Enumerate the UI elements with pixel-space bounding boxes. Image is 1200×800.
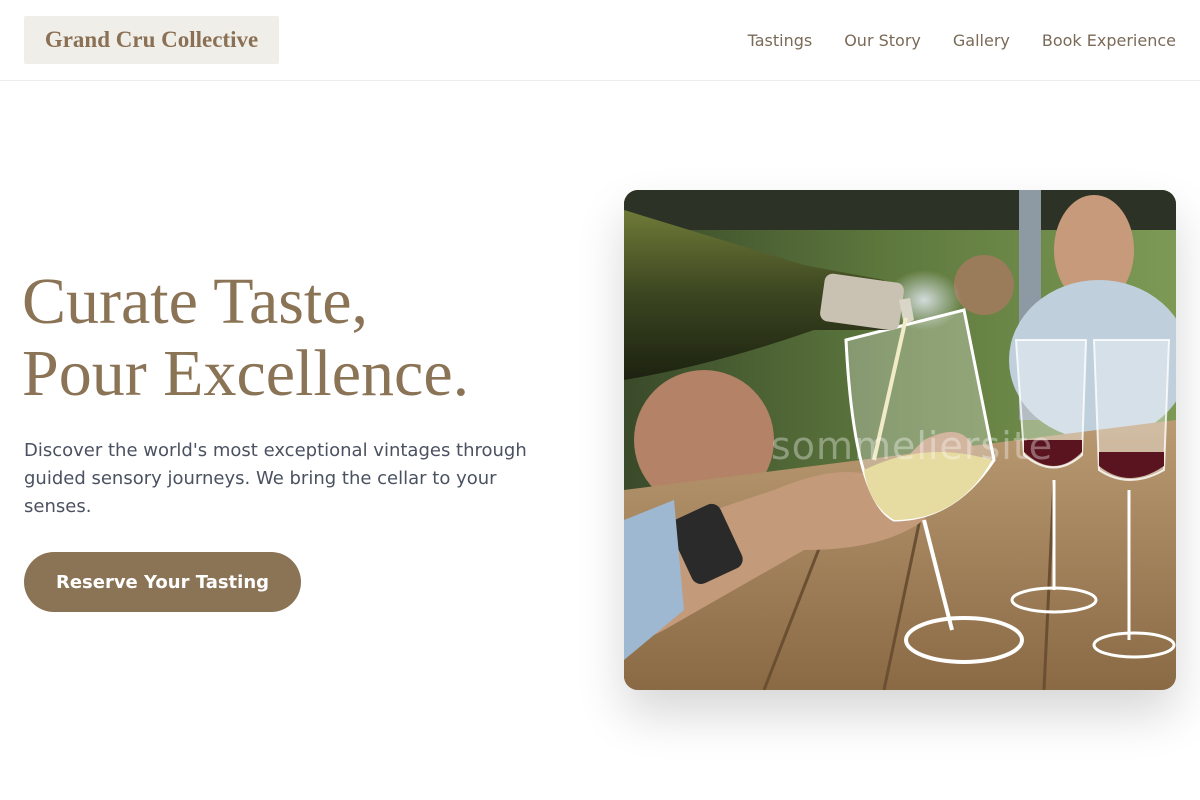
hero-headline: Curate Taste, Pour Excellence. — [22, 266, 582, 410]
photo-watermark: sommeliersite — [770, 424, 1054, 468]
main-nav: Tastings Our Story Gallery Book Experien… — [748, 28, 1176, 52]
brand-logo[interactable]: Grand Cru Collective — [24, 16, 279, 64]
site-header: Grand Cru Collective Tastings Our Story … — [0, 0, 1200, 81]
headline-line-2: Pour Excellence. — [22, 337, 470, 410]
wine-pouring-photo: sommeliersite — [624, 190, 1176, 690]
nav-book-experience[interactable]: Book Experience — [1042, 31, 1176, 50]
headline-line-1: Curate Taste, — [22, 265, 369, 338]
hero-description: Discover the world's most exceptional vi… — [24, 440, 527, 517]
nav-gallery[interactable]: Gallery — [953, 31, 1010, 50]
nav-our-story[interactable]: Our Story — [844, 31, 921, 50]
reserve-tasting-button[interactable]: Reserve Your Tasting — [24, 552, 301, 612]
nav-tastings[interactable]: Tastings — [748, 31, 813, 50]
